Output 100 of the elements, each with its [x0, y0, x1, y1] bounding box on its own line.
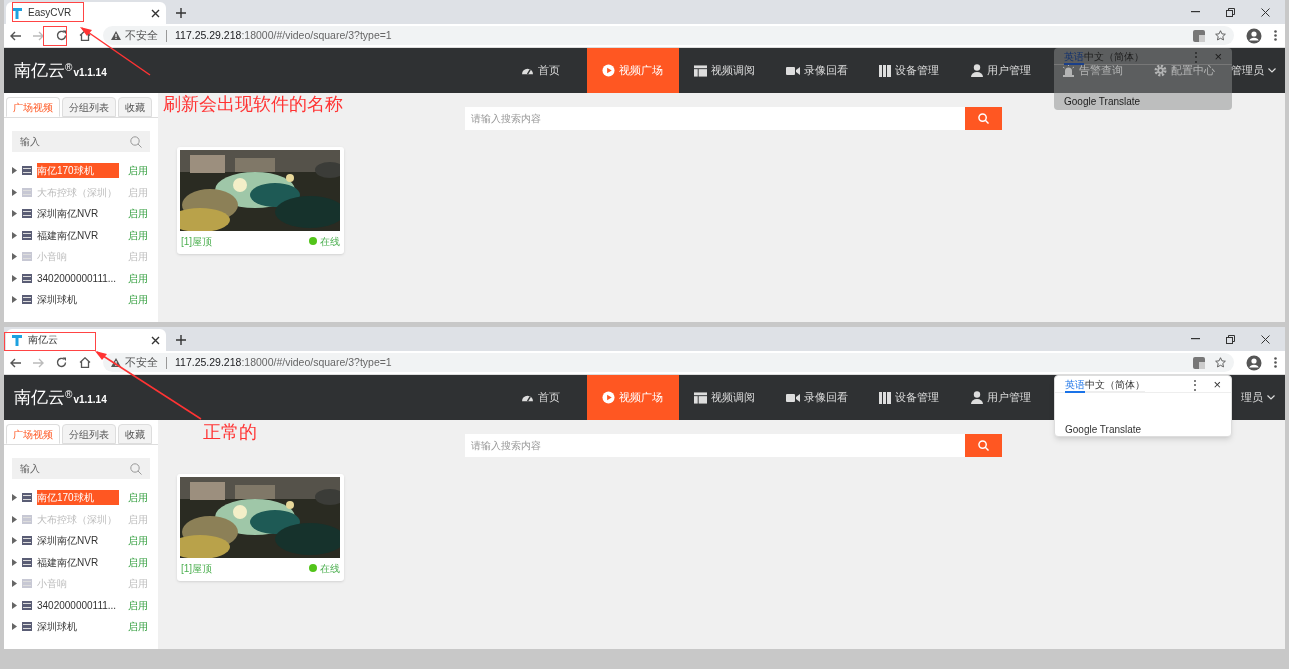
close-button[interactable]: ×	[1213, 378, 1221, 392]
sidebar-tab[interactable]: 分组列表	[62, 97, 116, 117]
browser-tab[interactable]: EasyCVR	[6, 2, 166, 24]
expand-arrow-icon[interactable]	[12, 231, 17, 239]
expand-arrow-icon[interactable]	[12, 274, 17, 282]
close-icon[interactable]	[151, 335, 160, 345]
star-icon[interactable]	[1215, 357, 1226, 368]
url-text: 117.25.29.218:18000/#/video/square/3?type=1	[175, 354, 392, 370]
restore-icon[interactable]	[1226, 7, 1235, 17]
nav-item[interactable]: 视频调阅	[678, 63, 771, 78]
device-name[interactable]: 深圳南亿NVR	[37, 206, 119, 222]
search-button[interactable]	[964, 107, 1002, 130]
device-icon	[22, 536, 32, 546]
sidebar-tab[interactable]: 分组列表	[62, 424, 116, 444]
device-icon	[22, 230, 32, 240]
nav-item[interactable]: 设备管理	[862, 63, 955, 78]
nav-item[interactable]: 首页	[494, 390, 587, 405]
video-camera-icon	[785, 65, 800, 76]
minimize-icon[interactable]	[1191, 338, 1200, 340]
camera-title: [1]屋顶	[181, 561, 213, 576]
device-name[interactable]: 深圳南亿NVR	[37, 533, 119, 549]
annotation-text: 正常的	[203, 421, 257, 444]
more-button[interactable]: ⋮	[1189, 378, 1202, 392]
device-icon	[22, 622, 32, 632]
expand-arrow-icon[interactable]	[12, 210, 17, 218]
status-label: 启用	[128, 250, 148, 265]
search-field[interactable]: 输入	[12, 458, 150, 479]
translate-icon[interactable]	[1193, 356, 1205, 369]
status-label: 启用	[128, 164, 148, 179]
star-icon[interactable]	[1215, 30, 1226, 41]
browser-tab[interactable]: 南亿云	[6, 329, 166, 351]
expand-arrow-icon[interactable]	[12, 188, 17, 196]
device-name[interactable]: 深圳球机	[37, 619, 119, 635]
language-tab[interactable]: 中文（简体）	[1085, 377, 1145, 393]
status-label: 启用	[128, 207, 148, 222]
home-icon[interactable]	[79, 357, 91, 368]
video-camera-icon	[785, 392, 800, 403]
status-label: 启用	[128, 555, 148, 570]
user-menu[interactable]: 理员	[1241, 389, 1285, 406]
device-icon	[22, 273, 32, 283]
search-button[interactable]	[964, 434, 1002, 457]
home-icon[interactable]	[79, 30, 91, 41]
nav-item[interactable]: 用户管理	[954, 390, 1047, 405]
sidebar-tab[interactable]: 收藏	[118, 97, 152, 117]
expand-arrow-icon[interactable]	[12, 601, 17, 609]
device-name[interactable]: 福建南亿NVR	[37, 227, 119, 243]
language-tab[interactable]: 英语	[1065, 377, 1085, 393]
status-label: 启用	[128, 512, 148, 527]
expand-arrow-icon[interactable]	[12, 167, 17, 175]
expand-arrow-icon[interactable]	[12, 515, 17, 523]
expand-arrow-icon[interactable]	[12, 253, 17, 261]
minimize-icon[interactable]	[1191, 11, 1200, 13]
device-name[interactable]: 深圳球机	[37, 292, 119, 308]
nav-item[interactable]: 录像回看	[770, 390, 863, 405]
address-bar[interactable]: 不安全 117.25.29.218:18000/#/video/square/3?type=1	[103, 26, 1234, 45]
translate-icon[interactable]	[1193, 29, 1205, 42]
new-tab-icon[interactable]	[176, 335, 186, 345]
nav-item[interactable]: 视频调阅	[678, 390, 771, 405]
device-icon	[22, 166, 32, 176]
status-label: 启用	[128, 598, 148, 613]
address-bar[interactable]: 不安全 117.25.29.218:18000/#/video/square/3?type=1	[103, 353, 1234, 372]
forward-arrow-icon[interactable]	[33, 30, 44, 41]
menu-icon[interactable]	[1274, 30, 1277, 41]
expand-arrow-icon[interactable]	[12, 296, 17, 304]
layout-icon	[694, 64, 708, 77]
menu-icon[interactable]	[1274, 357, 1277, 368]
device-name[interactable]: 福建南亿NVR	[37, 554, 119, 570]
close-icon[interactable]	[1261, 7, 1270, 17]
status-label: 在线	[320, 561, 340, 576]
account-icon[interactable]	[1246, 27, 1262, 44]
chevron-down-icon	[1267, 395, 1275, 400]
expand-arrow-icon[interactable]	[12, 494, 17, 502]
user-menu[interactable]: 管理员	[1230, 62, 1285, 79]
reload-icon[interactable]	[56, 357, 67, 368]
books-icon	[878, 391, 891, 404]
search-field[interactable]: 输入	[12, 131, 150, 152]
status-label: 启用	[128, 491, 148, 506]
back-arrow-icon[interactable]	[10, 30, 21, 41]
expand-arrow-icon[interactable]	[12, 580, 17, 588]
nav-item[interactable]: 首页	[494, 63, 587, 78]
status-label: 启用	[128, 577, 148, 592]
device-name[interactable]: 3402000000111...	[37, 597, 119, 613]
nav-item[interactable]: 用户管理	[954, 63, 1047, 78]
expand-arrow-icon[interactable]	[12, 537, 17, 545]
search-icon	[130, 462, 142, 475]
reload-icon[interactable]	[56, 30, 67, 41]
device-name[interactable]: 3402000000111...	[37, 270, 119, 286]
new-tab-icon[interactable]	[176, 8, 186, 18]
account-icon[interactable]	[1246, 354, 1262, 371]
expand-arrow-icon[interactable]	[12, 558, 17, 566]
nav-item[interactable]: 设备管理	[862, 390, 955, 405]
sidebar-tab[interactable]: 收藏	[118, 424, 152, 444]
restore-icon[interactable]	[1226, 334, 1235, 344]
camera-title: [1]屋顶	[181, 234, 213, 249]
user-icon	[970, 391, 983, 404]
close-icon[interactable]	[151, 8, 160, 18]
nav-item[interactable]: 录像回看	[770, 63, 863, 78]
expand-arrow-icon[interactable]	[12, 623, 17, 631]
close-icon[interactable]	[1261, 334, 1270, 344]
back-arrow-icon[interactable]	[10, 357, 21, 368]
